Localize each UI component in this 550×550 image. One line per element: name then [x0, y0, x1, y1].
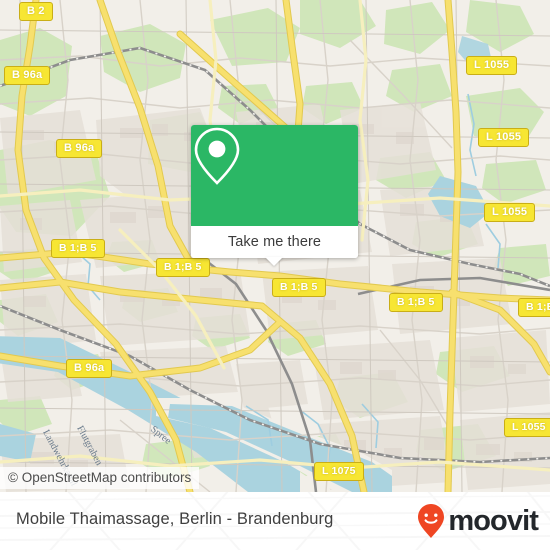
road-shield-b1b5-2: B 1;B 5 — [156, 258, 210, 277]
osm-attribution[interactable]: © OpenStreetMap contributors — [0, 467, 200, 489]
moovit-map-screenshot: Landwehrkanal Flutgraben Spree B 2 B 96a… — [0, 0, 550, 550]
moovit-smiley-pin-icon — [418, 504, 445, 538]
take-me-there-popup[interactable]: Take me there — [191, 125, 358, 266]
road-shield-l1055-4: L 1055 — [504, 418, 550, 437]
popup-icon-area — [191, 125, 358, 226]
road-shield-l1055-1: L 1055 — [466, 56, 518, 75]
road-shield-b96a-2: B 96a — [56, 139, 103, 158]
road-shield-b2: B 2 — [19, 2, 53, 21]
road-shield-l1055-2: L 1055 — [478, 128, 530, 147]
road-shield-l1075: L 1075 — [314, 462, 364, 481]
moovit-wordmark: moovit — [448, 504, 539, 537]
road-shield-b1b5-3: B 1;B 5 — [272, 278, 326, 297]
take-me-there-label: Take me there — [227, 234, 322, 250]
road-shield-b96a-3: B 96a — [66, 359, 113, 378]
popup-action-area[interactable]: Take me there — [191, 226, 358, 258]
road-shield-b96a-1: B 96a — [4, 66, 51, 85]
road-shield-b1b5-1: B 1;B 5 — [51, 239, 105, 258]
bottom-bar: Mobile Thaimassage, Berlin - Brandenburg… — [0, 492, 550, 550]
map-pin-icon — [194, 127, 240, 185]
popup-pointer — [265, 257, 283, 266]
moovit-logo[interactable]: moovit — [416, 504, 539, 538]
place-title: Mobile Thaimassage, Berlin - Brandenburg — [16, 510, 334, 528]
road-shield-b1b5-4: B 1;B 5 — [389, 293, 443, 312]
road-shield-b1b5-5: B 1;B — [518, 298, 550, 317]
road-shield-l1055-3: L 1055 — [484, 203, 536, 222]
map-canvas[interactable]: Landwehrkanal Flutgraben Spree B 2 B 96a… — [0, 0, 550, 492]
